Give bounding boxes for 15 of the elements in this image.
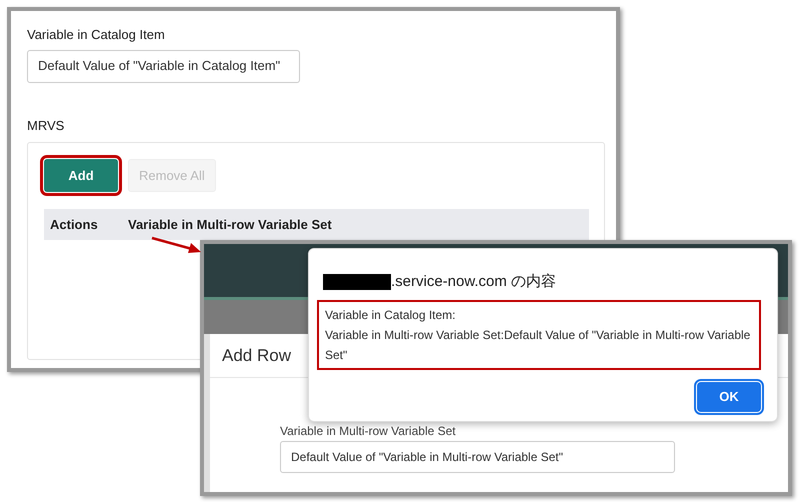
alert-message: Variable in Multi-row Variable Set:Default Value of "Variable in Multi-row Variable Set" xyxy=(325,326,752,364)
input-field[interactable]: Default Value of "Variable in Catalog Item" xyxy=(27,50,300,82)
add-button[interactable]: Add xyxy=(44,159,118,192)
arrow-icon xyxy=(150,236,202,254)
section-label: MRVS xyxy=(27,116,64,134)
column-header: Variable in Multi-row Variable Set xyxy=(128,216,332,234)
redaction-block xyxy=(323,274,391,290)
input-field[interactable]: Default Value of "Variable in Multi-row Variable Set" xyxy=(280,441,675,473)
field-label: Variable in Multi-row Variable Set xyxy=(280,425,456,438)
alert-title: .service-now.com の内容 xyxy=(391,272,556,292)
modal-title: Add Row xyxy=(222,344,291,367)
alert-message: Variable in Catalog Item: xyxy=(325,306,457,324)
ok-button[interactable]: OK xyxy=(697,382,761,412)
column-header: Actions xyxy=(49,216,99,234)
field-label: Variable in Catalog Item xyxy=(27,26,165,44)
